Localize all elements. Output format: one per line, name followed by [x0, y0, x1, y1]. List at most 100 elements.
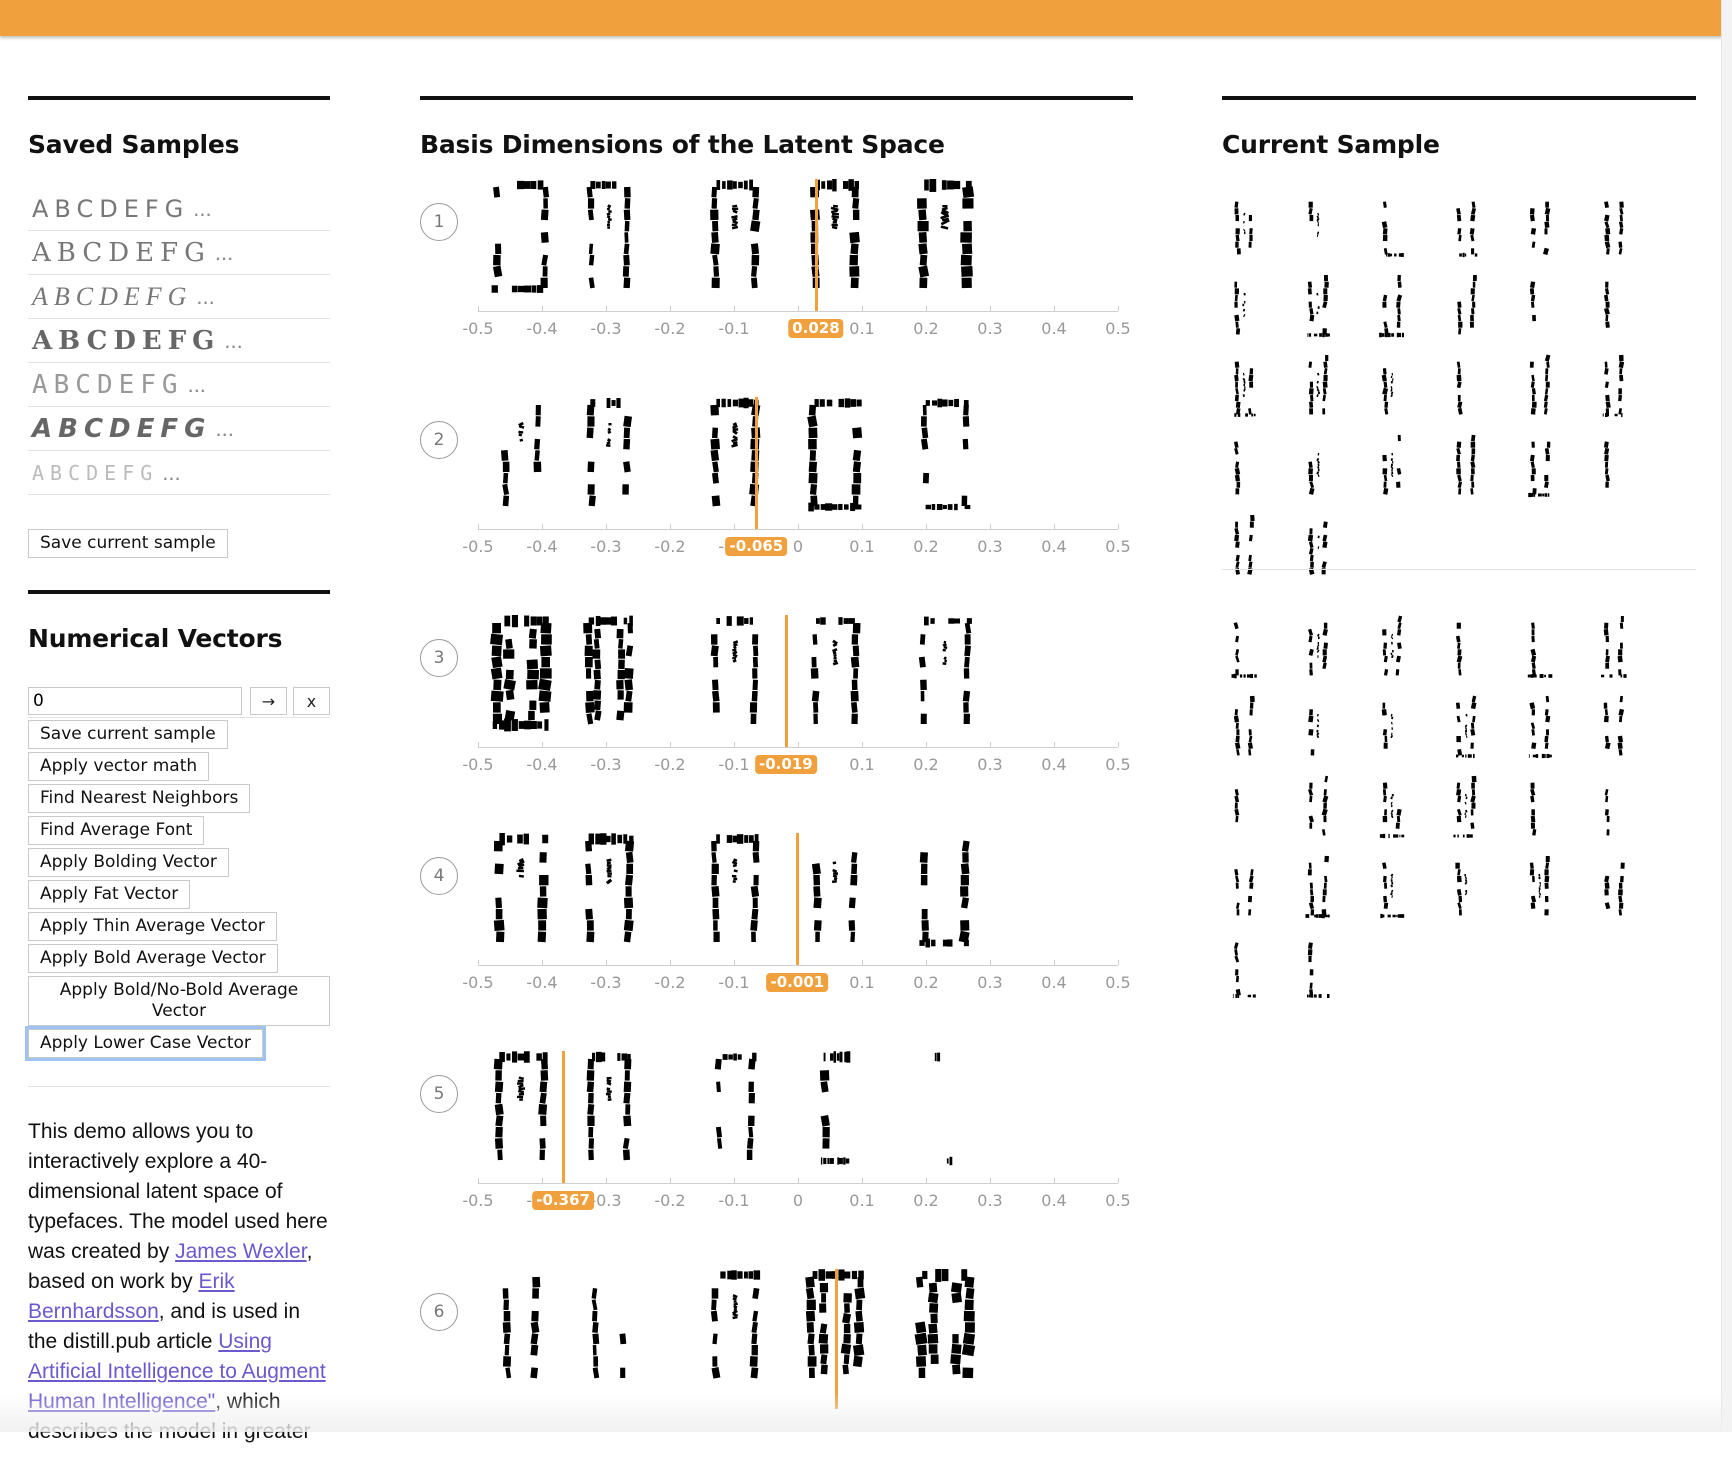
- dimension-slider-3[interactable]: 3-0.5-0.4-0.3-0.2-0.100.10.20.30.40.5-0.…: [420, 615, 1133, 815]
- axis-tick-label: 0.3: [977, 537, 1002, 556]
- dimension-slider-2[interactable]: 2-0.5-0.4-0.3-0.2-0.100.10.20.30.40.5-0.…: [420, 397, 1133, 597]
- axis-tick-label: 0.5: [1105, 319, 1130, 338]
- latent-glyph-preview: [486, 397, 556, 519]
- sample-letter-z: [1296, 507, 1340, 587]
- find-average-font-button[interactable]: Find Average Font: [28, 816, 204, 845]
- axis-tick-label: 0.1: [849, 973, 874, 992]
- sample-letter-i: [1370, 688, 1414, 768]
- slider-value-label: -0.367: [532, 1191, 594, 1210]
- saved-sample-row[interactable]: ABCDEFG...: [28, 407, 330, 451]
- sample-letter-f: [1592, 608, 1636, 688]
- slider-value-marker[interactable]: [785, 615, 788, 747]
- saved-sample-glyphs: ABCDEFG: [32, 238, 211, 268]
- sample-letter-y: [1222, 928, 1266, 1008]
- james-wexler-link[interactable]: James Wexler: [175, 1240, 307, 1263]
- axis-tick-label: 0.3: [977, 319, 1002, 338]
- slider-value-label: -0.019: [755, 755, 817, 774]
- axis-tick-label: -0.3: [590, 755, 621, 774]
- axis-tick: [990, 742, 991, 747]
- axis-tick-label: 0.5: [1105, 973, 1130, 992]
- axis-tick-label: -0.3: [590, 319, 621, 338]
- apply-arrow-button[interactable]: →: [250, 687, 287, 715]
- sample-letter-u: [1370, 427, 1414, 507]
- apply-lower-case-vector-button[interactable]: Apply Lower Case Vector: [28, 1029, 263, 1058]
- save-sample-button-2[interactable]: Save current sample: [28, 720, 228, 749]
- sample-letter-a: [1222, 608, 1266, 688]
- axis-tick: [1054, 524, 1055, 529]
- latent-glyph-preview: [574, 833, 644, 955]
- divider: [28, 717, 330, 718]
- sample-letter-x: [1592, 427, 1636, 507]
- sample-letter-g: [1222, 267, 1266, 347]
- saved-sample-row[interactable]: ABCDEFG...: [28, 231, 330, 275]
- sample-letter-h: [1296, 688, 1340, 768]
- latent-glyph-preview: [574, 1051, 644, 1173]
- latent-glyph-preview: [574, 1269, 644, 1391]
- axis-tick: [606, 960, 607, 965]
- left-column: Saved Samples ABCDEFG...ABCDEFG...ABCDEF…: [28, 96, 330, 1447]
- apply-bolding-vector-button[interactable]: Apply Bolding Vector: [28, 848, 229, 877]
- axis-tick-label: -0.4: [526, 755, 557, 774]
- dimension-slider-5[interactable]: 5-0.5-0.4-0.3-0.2-0.100.10.20.30.40.5-0.…: [420, 1051, 1133, 1251]
- sample-letter-q: [1518, 347, 1562, 427]
- axis-tick: [798, 742, 799, 747]
- axis-tick: [862, 1178, 863, 1183]
- saved-sample-row[interactable]: ABCDEFG...: [28, 187, 330, 231]
- axis-tick: [1118, 524, 1119, 529]
- sample-letter-e: [1518, 187, 1562, 267]
- find-nearest-neighbors-button[interactable]: Find Nearest Neighbors: [28, 784, 250, 813]
- axis-tick-label: 0.2: [913, 537, 938, 556]
- apply-thin-average-vector-button[interactable]: Apply Thin Average Vector: [28, 912, 277, 941]
- slider-value-marker[interactable]: [835, 1269, 838, 1409]
- current-sample-variant-grid: [1222, 608, 1652, 998]
- vector-input[interactable]: [28, 687, 242, 715]
- middle-column: Basis Dimensions of the Latent Space 1-0…: [420, 96, 1133, 179]
- saved-sample-row[interactable]: ABCDEFG...: [28, 363, 330, 407]
- sample-letter-p: [1444, 768, 1488, 848]
- sample-letter-s: [1222, 427, 1266, 507]
- axis-tick: [990, 1178, 991, 1183]
- right-column: Current Sample: [1222, 96, 1696, 998]
- slider-value-marker[interactable]: [796, 833, 799, 965]
- apply-vector-math-button[interactable]: Apply vector math: [28, 752, 209, 781]
- bottom-fade: [0, 1392, 1722, 1432]
- sample-letter-j: [1444, 267, 1488, 347]
- latent-glyph-preview: [486, 615, 556, 737]
- section-rule: [28, 590, 330, 594]
- vector-buttons: Save current sample Apply vector math Find…: [28, 720, 330, 1058]
- sample-letter-o: [1370, 768, 1414, 848]
- latent-glyph-preview: [574, 615, 644, 737]
- axis-tick: [798, 1178, 799, 1183]
- axis-tick: [606, 524, 607, 529]
- axis-tick-label: -0.5: [462, 319, 493, 338]
- page-scrollbar[interactable]: [1721, 0, 1732, 1432]
- dimension-slider-6[interactable]: 6: [420, 1269, 1133, 1469]
- saved-sample-ellipsis: ...: [162, 460, 180, 486]
- saved-sample-row[interactable]: ABCDEFG...: [28, 451, 330, 495]
- sample-letter-c: [1370, 608, 1414, 688]
- current-sample-uppercase-grid: [1222, 187, 1652, 577]
- apply-fat-vector-button[interactable]: Apply Fat Vector: [28, 880, 190, 909]
- dimension-slider-4[interactable]: 4-0.5-0.4-0.3-0.2-0.100.10.20.30.40.5-0.…: [420, 833, 1133, 1033]
- clear-button[interactable]: x: [293, 687, 330, 715]
- sample-letter-r: [1592, 347, 1636, 427]
- apply-bold-no-bold-average-vector-button[interactable]: Apply Bold/No-Bold Average Vector: [28, 976, 330, 1026]
- axis-tick: [542, 306, 543, 311]
- axis-tick-label: -0.2: [654, 319, 685, 338]
- slider-value-marker[interactable]: [562, 1051, 565, 1183]
- dimension-slider-1[interactable]: 1-0.5-0.4-0.3-0.2-0.100.10.20.30.40.50.0…: [420, 179, 1133, 379]
- saved-sample-row[interactable]: ABCDEFG...: [28, 275, 330, 319]
- save-sample-button[interactable]: Save current sample: [28, 529, 228, 558]
- axis-tick-label: 0.2: [913, 755, 938, 774]
- slider-value-marker[interactable]: [755, 397, 758, 529]
- saved-sample-row[interactable]: ABCDEFG...: [28, 319, 330, 363]
- axis-tick-label: 0.5: [1105, 755, 1130, 774]
- saved-samples-list: ABCDEFG...ABCDEFG...ABCDEFG...ABCDEFG...…: [28, 187, 330, 495]
- axis-tick: [926, 960, 927, 965]
- sample-letter-v: [1444, 848, 1488, 928]
- latent-glyph-preview: [910, 833, 980, 955]
- sample-letter-u: [1370, 848, 1414, 928]
- latent-glyph-preview: [910, 1269, 980, 1391]
- slider-value-marker[interactable]: [815, 179, 818, 311]
- apply-bold-average-vector-button[interactable]: Apply Bold Average Vector: [28, 944, 278, 973]
